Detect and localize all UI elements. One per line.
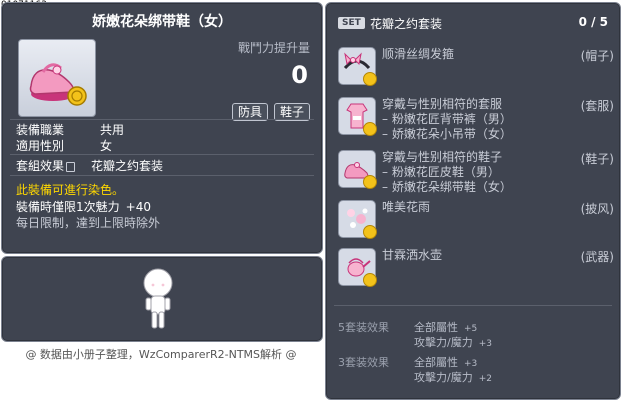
charm-limit-label: 裝備時僅限1次魅力: [16, 200, 120, 214]
set-label: 套組效果: [16, 159, 65, 173]
character-avatar: [143, 268, 173, 329]
set-item-icon-frame: [338, 200, 377, 239]
set-effect-stat: 全部屬性 +3: [414, 356, 478, 369]
pink-shoe-icon: [29, 63, 87, 106]
set-item-slot: (套服): [580, 99, 614, 113]
set-effect-stat: 攻擊力/魔力 +2: [414, 371, 492, 384]
power-label: 戰鬥力提升量: [237, 41, 310, 55]
footer-credit: @ 数据由小册子整理，WzComparerR2-NTMS解析 @: [25, 348, 297, 361]
item-title: 娇嫩花朵绑带鞋（女）: [92, 14, 232, 30]
set-effect-label: 3套装效果: [338, 356, 389, 369]
charm-limit-row: 裝備時僅限1次魅力 +40: [16, 198, 151, 215]
coin-icon: [363, 122, 377, 136]
set-item-icon-frame: [338, 248, 377, 287]
set-effect-stat: 攻擊力/魔力 +3: [414, 336, 492, 349]
gender-label: 適用性別: [16, 139, 65, 153]
gender-row: 適用性別 女: [16, 137, 112, 154]
set-item-slot: (鞋子): [580, 152, 614, 166]
set-effect-panel: SET 花瓣之约套装 0 / 5 顺滑丝绸发箍 (帽子) 穿戴与性别相符的套服 …: [325, 2, 621, 400]
set-effect-label: 5套装效果: [338, 321, 389, 334]
job-row: 装備職業 共用: [16, 121, 124, 138]
item-tooltip-panel: 娇嫩花朵绑带鞋（女） 戰鬥力提升量 0 防具 鞋子 装備職業 共用 適用性別女 套…: [1, 2, 323, 254]
job-label: 装備職業: [16, 123, 65, 137]
set-title: 花瓣之约套装: [370, 17, 443, 31]
set-item-slot: (武器): [580, 250, 614, 264]
set-item-name: 顺滑丝绸发箍: [382, 47, 455, 61]
power-value: 0: [291, 61, 308, 89]
divider: [10, 175, 314, 176]
set-item-icon-frame: [338, 47, 377, 86]
charm-limit-value: +40: [125, 200, 151, 214]
set-row: 套組效果 花瓣之约套装: [16, 157, 163, 174]
coin-icon: [363, 175, 377, 189]
divider: [10, 119, 314, 120]
job-value: 共用: [100, 123, 125, 137]
set-count: 0 / 5: [578, 15, 608, 29]
set-item-name: 唯美花雨: [382, 200, 431, 214]
daily-limit-note: 每日限制，達到上限時除外: [16, 216, 161, 230]
set-item-slot: (披风): [580, 202, 614, 216]
item-icon-frame: [18, 39, 96, 117]
gender-value: 女: [100, 139, 113, 153]
set-item-name: 甘霖洒水壶: [382, 248, 443, 262]
set-item-slot: (帽子): [580, 49, 614, 63]
set-item-icon-frame: [338, 97, 377, 136]
set-item-name: 穿戴与性别相符的鞋子 – 粉嫩花匠皮鞋（男） – 娇嫩花朵绑带鞋（女）: [382, 150, 512, 194]
coin-icon: [363, 273, 377, 287]
set-item-name: 穿戴与性别相符的套服 – 粉嫩花匠背带裤（男） – 娇嫩花朵小吊带（女）: [382, 97, 512, 141]
divider: [10, 154, 314, 155]
coin-icon: [363, 225, 377, 239]
dye-note: 此裝備可進行染色。: [16, 183, 125, 197]
set-item-icon-frame: [338, 150, 377, 189]
divider: [334, 305, 612, 306]
set-badge: SET: [338, 17, 365, 29]
lock-icon: [66, 161, 76, 172]
set-effect-stat: 全部屬性 +5: [414, 321, 478, 334]
coin-icon: [363, 72, 377, 86]
set-value: 花瓣之约套装: [91, 159, 164, 173]
